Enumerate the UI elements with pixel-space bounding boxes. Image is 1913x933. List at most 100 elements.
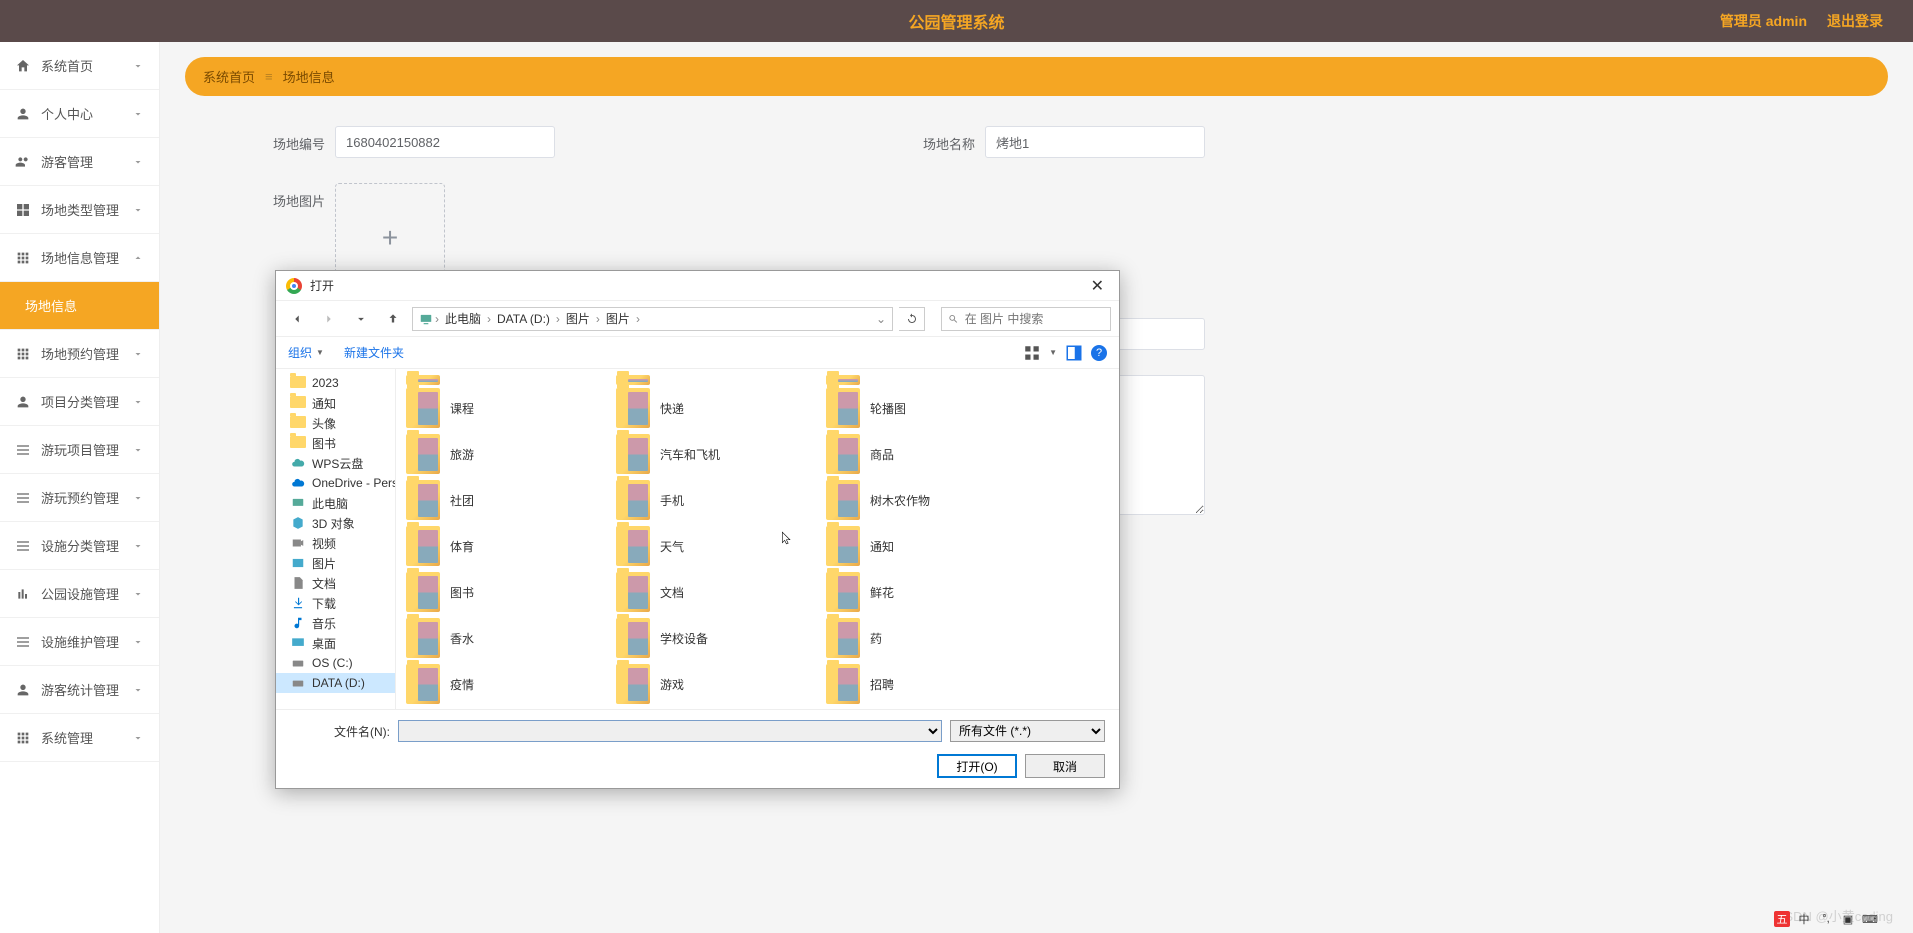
- dialog-footer: 文件名(N): 所有文件 (*.*) 打开(O) 取消: [276, 709, 1119, 788]
- folder-item[interactable]: 疫情: [400, 661, 600, 707]
- folder-item[interactable]: 游戏: [610, 661, 810, 707]
- ime-lang[interactable]: 中: [1796, 911, 1812, 927]
- folder-item[interactable]: 图书: [400, 569, 600, 615]
- app-header: 公园管理系统 管理员 admin 退出登录: [0, 0, 1913, 42]
- sidebar-item[interactable]: 系统首页: [0, 42, 159, 90]
- sidebar-item[interactable]: 游客管理: [0, 138, 159, 186]
- folder-item[interactable]: 汽车和飞机: [610, 431, 810, 477]
- folder-item[interactable]: 香水: [400, 615, 600, 661]
- search-input[interactable]: [965, 312, 1104, 326]
- tree-item[interactable]: OneDrive - Pers: [276, 473, 395, 493]
- view-icon[interactable]: [1023, 344, 1041, 362]
- sidebar-item-label: 场地类型管理: [41, 200, 132, 219]
- tree-item[interactable]: 视频: [276, 533, 395, 553]
- tree-item[interactable]: DATA (D:): [276, 673, 395, 693]
- nav-back-icon[interactable]: [284, 306, 310, 332]
- filename-input[interactable]: [398, 720, 942, 742]
- folder-label: 商品: [870, 446, 894, 463]
- tree-item[interactable]: 头像: [276, 413, 395, 433]
- ime-icon[interactable]: 五: [1774, 911, 1790, 927]
- dialog-titlebar[interactable]: 打开 ✕: [276, 271, 1119, 301]
- ime-kbd[interactable]: ⌨: [1862, 911, 1878, 927]
- nav-recent-icon[interactable]: [348, 306, 374, 332]
- search-box[interactable]: [941, 307, 1111, 331]
- folder-item[interactable]: 快递: [610, 385, 810, 431]
- tree-item[interactable]: WPS云盘: [276, 453, 395, 473]
- admin-label[interactable]: 管理员 admin: [1720, 11, 1807, 31]
- user-icon: [15, 682, 31, 698]
- sidebar-item[interactable]: 公园设施管理: [0, 570, 159, 618]
- folder-label: 招聘: [870, 676, 894, 693]
- file-grid: 课程旅游社团体育图书香水疫情 快递汽车和飞机手机天气文档学校设备游戏 轮播图商品…: [396, 369, 1119, 709]
- tree-item[interactable]: 图片: [276, 553, 395, 573]
- path-bar[interactable]: › 此电脑 › DATA (D:) › 图片 › 图片 › ⌄: [412, 307, 893, 331]
- path-seg[interactable]: DATA (D:): [493, 312, 554, 326]
- nav-forward-icon[interactable]: [316, 306, 342, 332]
- chart-icon: [15, 586, 31, 602]
- tree-item[interactable]: 桌面: [276, 633, 395, 653]
- sidebar-item[interactable]: 场地预约管理: [0, 330, 159, 378]
- help-icon[interactable]: ?: [1091, 345, 1107, 361]
- organize-button[interactable]: 组织▼: [288, 344, 324, 361]
- image-icon: [290, 556, 306, 570]
- path-seg[interactable]: 图片: [562, 310, 594, 327]
- sidebar-item[interactable]: 场地信息: [0, 282, 159, 330]
- tree-item-label: DATA (D:): [312, 676, 365, 690]
- folder-item[interactable]: 商品: [820, 431, 1020, 477]
- tree-item[interactable]: 文档: [276, 573, 395, 593]
- tree-item[interactable]: 3D 对象: [276, 513, 395, 533]
- chevron-down-icon[interactable]: ⌄: [876, 312, 886, 326]
- tree-item-label: 视频: [312, 535, 336, 552]
- folder-item[interactable]: 树木农作物: [820, 477, 1020, 523]
- sidebar-item[interactable]: 系统管理: [0, 714, 159, 762]
- sidebar-item[interactable]: 场地信息管理: [0, 234, 159, 282]
- folder-item[interactable]: 招聘: [820, 661, 1020, 707]
- tree-item[interactable]: 此电脑: [276, 493, 395, 513]
- users-icon: [15, 154, 31, 170]
- tree-item[interactable]: 通知: [276, 393, 395, 413]
- close-icon[interactable]: ✕: [1086, 276, 1109, 296]
- breadcrumb-home[interactable]: 系统首页: [203, 67, 255, 86]
- folder-item[interactable]: 天气: [610, 523, 810, 569]
- tree-item[interactable]: 2023: [276, 373, 395, 393]
- tree-item[interactable]: OS (C:): [276, 653, 395, 673]
- tree-item[interactable]: 音乐: [276, 613, 395, 633]
- folder-item[interactable]: 文档: [610, 569, 810, 615]
- sidebar-item[interactable]: 游客统计管理: [0, 666, 159, 714]
- folder-item[interactable]: 轮播图: [820, 385, 1020, 431]
- nav-up-icon[interactable]: [380, 306, 406, 332]
- sidebar-item[interactable]: 游玩项目管理: [0, 426, 159, 474]
- preview-icon[interactable]: [1065, 344, 1083, 362]
- sidebar-item[interactable]: 项目分类管理: [0, 378, 159, 426]
- tree-item[interactable]: 图书: [276, 433, 395, 453]
- sidebar-item[interactable]: 设施维护管理: [0, 618, 159, 666]
- sidebar-item[interactable]: 设施分类管理: [0, 522, 159, 570]
- sidebar-item-label: 项目分类管理: [41, 392, 132, 411]
- chrome-icon: [286, 278, 302, 294]
- path-seg[interactable]: 此电脑: [441, 310, 485, 327]
- new-folder-button[interactable]: 新建文件夹: [344, 344, 404, 361]
- field-name-input[interactable]: [985, 126, 1205, 158]
- sidebar-item[interactable]: 游玩预约管理: [0, 474, 159, 522]
- folder-item[interactable]: 旅游: [400, 431, 600, 477]
- refresh-icon[interactable]: [899, 307, 925, 331]
- folder-item[interactable]: 学校设备: [610, 615, 810, 661]
- folder-item[interactable]: 社团: [400, 477, 600, 523]
- folder-item[interactable]: 手机: [610, 477, 810, 523]
- ime-punct[interactable]: °,: [1818, 911, 1834, 927]
- tree-item[interactable]: 下载: [276, 593, 395, 613]
- sidebar-item[interactable]: 个人中心: [0, 90, 159, 138]
- file-filter-select[interactable]: 所有文件 (*.*): [950, 720, 1105, 742]
- field-id-input[interactable]: [335, 126, 555, 158]
- logout-button[interactable]: 退出登录: [1827, 11, 1883, 31]
- folder-item[interactable]: 课程: [400, 385, 600, 431]
- ime-full[interactable]: ▣: [1840, 911, 1856, 927]
- cancel-button[interactable]: 取消: [1025, 754, 1105, 778]
- sidebar-item[interactable]: 场地类型管理: [0, 186, 159, 234]
- folder-item[interactable]: 鲜花: [820, 569, 1020, 615]
- folder-item[interactable]: 通知: [820, 523, 1020, 569]
- folder-item[interactable]: 药: [820, 615, 1020, 661]
- folder-item[interactable]: 体育: [400, 523, 600, 569]
- open-button[interactable]: 打开(O): [937, 754, 1017, 778]
- path-seg[interactable]: 图片: [602, 310, 634, 327]
